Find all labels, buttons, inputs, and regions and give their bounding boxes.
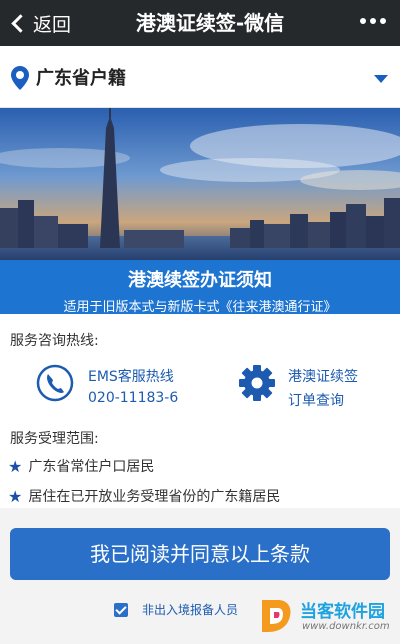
more-icon[interactable] <box>356 18 386 24</box>
watermark-name: 当客软件园 <box>300 602 385 622</box>
notice-subtitle: 适用于旧版本式与新版卡式《往来港澳通行证》 <box>63 300 337 315</box>
notice-header: 港澳续签办证须知 适用于旧版本式与新版卡式《往来港澳通行证》 <box>0 260 400 315</box>
dropdown-arrow-icon <box>374 75 388 83</box>
list-item: ★ 居住在已开放业务受理省份的广东籍居民 <box>8 486 281 506</box>
watermark-url: www.downkr.com <box>302 621 390 632</box>
ems-hotline-label[interactable]: EMS客服热线 <box>88 366 174 386</box>
nav-bar: 返回 港澳证续签-微信 <box>0 0 400 46</box>
order-query-line1[interactable]: 港澳证续签 <box>288 366 358 386</box>
content-panel: 服务咨询热线: EMS客服热线 020-11183-6 港澳证续签 订单查询 服… <box>0 314 400 508</box>
checkbox[interactable] <box>114 602 128 617</box>
gear-icon[interactable] <box>238 364 276 402</box>
star-icon: ★ <box>8 456 23 476</box>
list-item: ★ 广东省常住户口居民 <box>8 456 155 476</box>
region-label: 广东省户籍 <box>36 68 126 89</box>
back-label: 返回 <box>33 13 72 36</box>
hotline-section-label: 服务咨询热线: <box>10 333 99 349</box>
watermark-logo-icon <box>262 600 291 632</box>
ems-hotline-number[interactable]: 020-11183-6 <box>88 390 178 406</box>
non-registered-checkbox-row[interactable]: 非出入境报备人员 <box>114 601 238 618</box>
order-query-line2[interactable]: 订单查询 <box>288 390 344 410</box>
region-selector[interactable]: 广东省户籍 <box>0 46 400 108</box>
chevron-left-icon <box>11 13 30 33</box>
notice-title: 港澳续签办证须知 <box>128 270 272 291</box>
agree-button[interactable]: 我已阅读并同意以上条款 <box>10 528 390 580</box>
checkbox-label: 非出入境报备人员 <box>142 603 239 617</box>
phone-icon[interactable] <box>36 364 74 402</box>
location-pin-icon <box>11 66 29 90</box>
scope-section-label: 服务受理范围: <box>10 431 99 447</box>
page-title: 港澳证续签-微信 <box>135 11 285 35</box>
star-icon: ★ <box>8 486 23 506</box>
city-skyline-banner <box>0 108 400 260</box>
watermark: 当客软件园 www.downkr.com <box>256 596 396 640</box>
back-button[interactable]: 返回 <box>8 0 71 46</box>
